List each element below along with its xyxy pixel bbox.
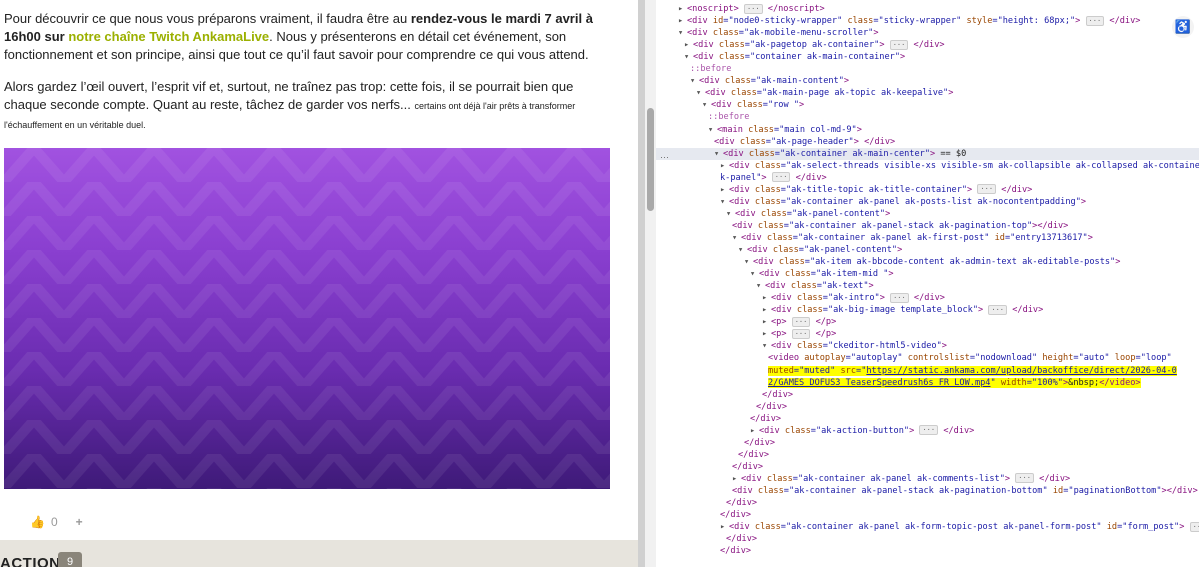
dom-node-line[interactable]: </div> — [656, 413, 1199, 425]
article-body: Pour découvrir ce que nous vous préparon… — [4, 10, 612, 148]
panel-divider[interactable] — [638, 0, 645, 567]
dom-node-line[interactable]: 2/GAMES_DOFUS3_TeaserSpeedrush6s_FR_LOW.… — [656, 377, 1199, 389]
dom-node-line[interactable]: ▸ <div class="ak-action-button"> ··· </di… — [656, 425, 1199, 437]
dom-node-line[interactable]: ▾ <div class="ak-item ak-bbcode-content a… — [656, 256, 1199, 268]
dom-node-line[interactable]: ▸ <div class="ak-pagetop ak-container"> ·… — [656, 39, 1199, 51]
dom-node-line[interactable]: ▸ <div class="ak-intro"> ··· </div> — [656, 292, 1199, 304]
dom-node-line[interactable]: ▾ <div class="ak-panel-content"> — [656, 244, 1199, 256]
scrollbar-thumb[interactable] — [647, 108, 654, 211]
dom-node-line[interactable]: ▾ <main class="main col-md-9"> — [656, 124, 1199, 136]
dom-node-line[interactable]: </div> — [656, 509, 1199, 521]
dom-node-line[interactable]: ▸ <div class="ak-container ak-panel ak-co… — [656, 473, 1199, 485]
dom-node-line[interactable]: muted="muted" src="https://static.ankama… — [656, 365, 1199, 377]
actions-bar — [0, 540, 638, 567]
paragraph-announcement: Pour découvrir ce que nous vous préparon… — [4, 10, 612, 64]
dom-node-line[interactable]: ▾ <div class="ak-container ak-main-center… — [656, 147, 1199, 160]
teaser-video[interactable] — [4, 148, 610, 489]
devtools-elements-panel: ▸ <noscript> ··· </noscript> ▸ <div id="nod… — [656, 0, 1199, 567]
dom-node-line[interactable]: ▾ <div class="ckeditor-html5-video"> — [656, 340, 1199, 352]
dom-node-line[interactable]: ▾ <div class="container ak-main-container… — [656, 51, 1199, 63]
add-button[interactable]: + — [76, 515, 83, 529]
dom-node-line[interactable]: </div> — [656, 449, 1199, 461]
dom-node-line[interactable]: </div> — [656, 497, 1199, 509]
dom-node-line[interactable]: ▸ <div class="ak-container ak-panel ak-fo… — [656, 521, 1199, 533]
dom-node-line[interactable]: ::before — [656, 111, 1199, 123]
dom-node-line[interactable]: k-panel"> ··· </div> — [656, 172, 1199, 184]
dom-node-line[interactable]: </div> — [656, 389, 1199, 401]
dom-node-line[interactable]: ▾ <div class="ak-main-page ak-topic ak-ke… — [656, 87, 1199, 99]
dom-node-line[interactable]: ▾ <div class="ak-text"> — [656, 280, 1199, 292]
dom-node-line[interactable]: ▾ <div class="ak-container ak-panel ak-po… — [656, 196, 1199, 208]
video-pattern — [4, 148, 610, 489]
dom-node-line[interactable]: ▸ <div id="node0-sticky-wrapper" class="s… — [656, 15, 1199, 27]
page-viewport: Pour découvrir ce que nous vous préparon… — [0, 0, 638, 567]
dom-node-line[interactable]: </div> — [656, 437, 1199, 449]
page-scrollbar[interactable] — [645, 0, 656, 567]
dom-node-line[interactable]: </div> — [656, 401, 1199, 413]
like-count: 0 — [50, 515, 58, 529]
dom-node-line[interactable]: <div class="ak-container ak-panel-stack … — [656, 485, 1199, 497]
dom-node-line[interactable]: ▸ <p> ··· </p> — [656, 316, 1199, 328]
dom-node-line[interactable]: <video autoplay="autoplay" controlslist=… — [656, 352, 1199, 364]
twitch-link[interactable]: notre chaîne Twitch AnkamaLive — [65, 29, 269, 44]
dom-node-line[interactable]: ▸ <noscript> ··· </noscript> — [656, 3, 1199, 15]
dom-node-line[interactable]: <div class="ak-page-header"> </div> — [656, 136, 1199, 148]
thumbs-up-icon[interactable]: 👍 — [30, 515, 45, 529]
dom-node-line[interactable]: ▾ <div class="ak-mobile-menu-scroller"> — [656, 27, 1199, 39]
dom-node-line[interactable]: ▾ <div class="ak-item-mid "> — [656, 268, 1199, 280]
dom-node-line[interactable]: </div> — [656, 533, 1199, 545]
accessibility-icon[interactable]: ♿ — [1172, 16, 1194, 38]
dom-node-line[interactable]: ▸ <div class="ak-title-topic ak-title-con… — [656, 184, 1199, 196]
dom-node-line[interactable]: ▸ <p> ··· </p> — [656, 328, 1199, 340]
more-icon[interactable]: ··· — [660, 152, 669, 162]
dom-node-line[interactable]: ::before — [656, 63, 1199, 75]
dom-node-line[interactable]: </div> — [656, 545, 1199, 557]
dom-node-line[interactable]: ▸ <div class="ak-big-image template_block… — [656, 304, 1199, 316]
dom-node-line[interactable]: ▾ <div class="row "> — [656, 99, 1199, 111]
dom-node-line[interactable]: <div class="ak-container ak-panel-stack … — [656, 220, 1199, 232]
dom-node-line[interactable]: ▾ <div class="ak-container ak-panel ak-fi… — [656, 232, 1199, 244]
dom-node-line[interactable]: ▾ <div class="ak-main-content"> — [656, 75, 1199, 87]
text: Pour découvrir ce que nous vous préparon… — [4, 11, 411, 26]
like-bar: 👍 0 + — [30, 515, 83, 529]
dom-node-line[interactable]: </div> — [656, 461, 1199, 473]
dom-node-line[interactable]: ▾ <div class="ak-panel-content"> — [656, 208, 1199, 220]
paragraph-teaser: Alors gardez l’œil ouvert, l’esprit vif … — [4, 78, 612, 134]
actions-count-badge: 9 — [58, 552, 82, 567]
dom-node-line[interactable]: ▸ <div class="ak-select-threads visible-x… — [656, 160, 1199, 172]
